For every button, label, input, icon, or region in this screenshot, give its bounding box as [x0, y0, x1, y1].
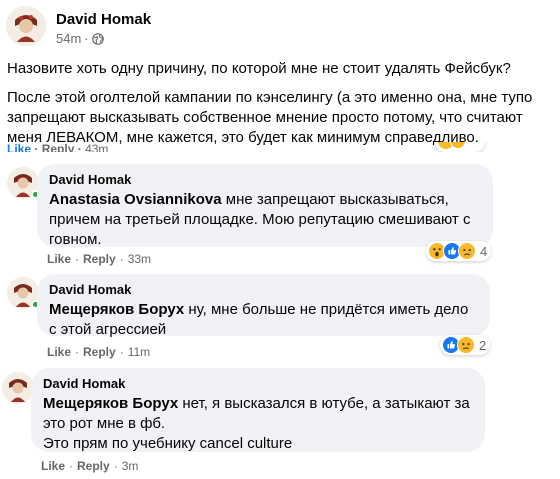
- comment-mention[interactable]: Мещеряков Борух: [49, 301, 184, 318]
- like-link[interactable]: Like: [47, 252, 71, 266]
- post-time[interactable]: 54m: [56, 31, 81, 46]
- prev-time: 43m: [85, 142, 109, 152]
- reply-link[interactable]: Reply: [83, 252, 116, 266]
- comment-text: Мещеряков Борух ну, мне больше не придёт…: [49, 300, 478, 340]
- sad-reaction-icon: [457, 336, 475, 354]
- comment-author[interactable]: David Homak: [49, 282, 478, 298]
- comment-time[interactable]: 11m: [128, 345, 150, 359]
- post-meta: 54m ·: [56, 31, 104, 46]
- comment-bubble: David Homak Мещеряков Борух ну, мне боль…: [37, 274, 490, 338]
- comment-text: Anastasia Ovsiannikova мне запрещают выс…: [49, 190, 481, 250]
- comment-time[interactable]: 3m: [122, 459, 139, 473]
- comment-bubble: David Homak Мещеряков Борух нет, я выска…: [31, 368, 485, 452]
- post-text-paragraph: После этой оголтелой кампании по кэнсели…: [7, 89, 533, 146]
- comment-avatar[interactable]: [2, 372, 34, 404]
- like-link[interactable]: Like: [47, 345, 71, 359]
- comment-actions: Like · Reply · 11m: [47, 345, 151, 359]
- comment-reactions[interactable]: 4: [426, 241, 492, 261]
- comment-bubble: David Homak Anastasia Ovsiannikova мне з…: [37, 164, 493, 250]
- comment-mention[interactable]: Мещеряков Борух: [43, 395, 178, 412]
- reply-link[interactable]: Reply: [83, 345, 116, 359]
- comment-reactions[interactable]: 2: [440, 335, 491, 355]
- previous-comment-actions: Like · Reply · 43m: [7, 142, 108, 152]
- reply-link[interactable]: Reply: [77, 459, 110, 473]
- meta-separator: ·: [84, 31, 89, 46]
- comment-actions: Like · Reply · 3m: [41, 459, 139, 473]
- post-author-avatar[interactable]: [6, 6, 46, 46]
- reaction-count: 2: [479, 337, 487, 353]
- post-author-name[interactable]: David Homak: [56, 11, 151, 28]
- globe-icon[interactable]: [91, 32, 104, 45]
- comment-author[interactable]: David Homak: [43, 376, 473, 392]
- comment-author[interactable]: David Homak: [49, 172, 481, 188]
- comment-text: Мещеряков Борух нет, я высказался в ютуб…: [43, 394, 473, 434]
- like-link[interactable]: Like: [41, 459, 65, 473]
- comment-actions: Like · Reply · 33m: [47, 252, 152, 266]
- comment-mention[interactable]: Anastasia Ovsiannikova: [49, 191, 222, 208]
- comment-time[interactable]: 33m: [128, 252, 151, 266]
- prev-reply-link[interactable]: Reply: [42, 142, 75, 152]
- sad-reaction-icon: [458, 242, 476, 260]
- reaction-count: 4: [480, 243, 488, 259]
- prev-reactions-pill[interactable]: [433, 142, 493, 152]
- prev-like-link[interactable]: Like: [7, 142, 31, 152]
- post-text-line1: Назовите хоть одну причину, по которой м…: [7, 60, 511, 77]
- comment-text-line2: Это прям по учебнику cancel culture: [43, 435, 293, 452]
